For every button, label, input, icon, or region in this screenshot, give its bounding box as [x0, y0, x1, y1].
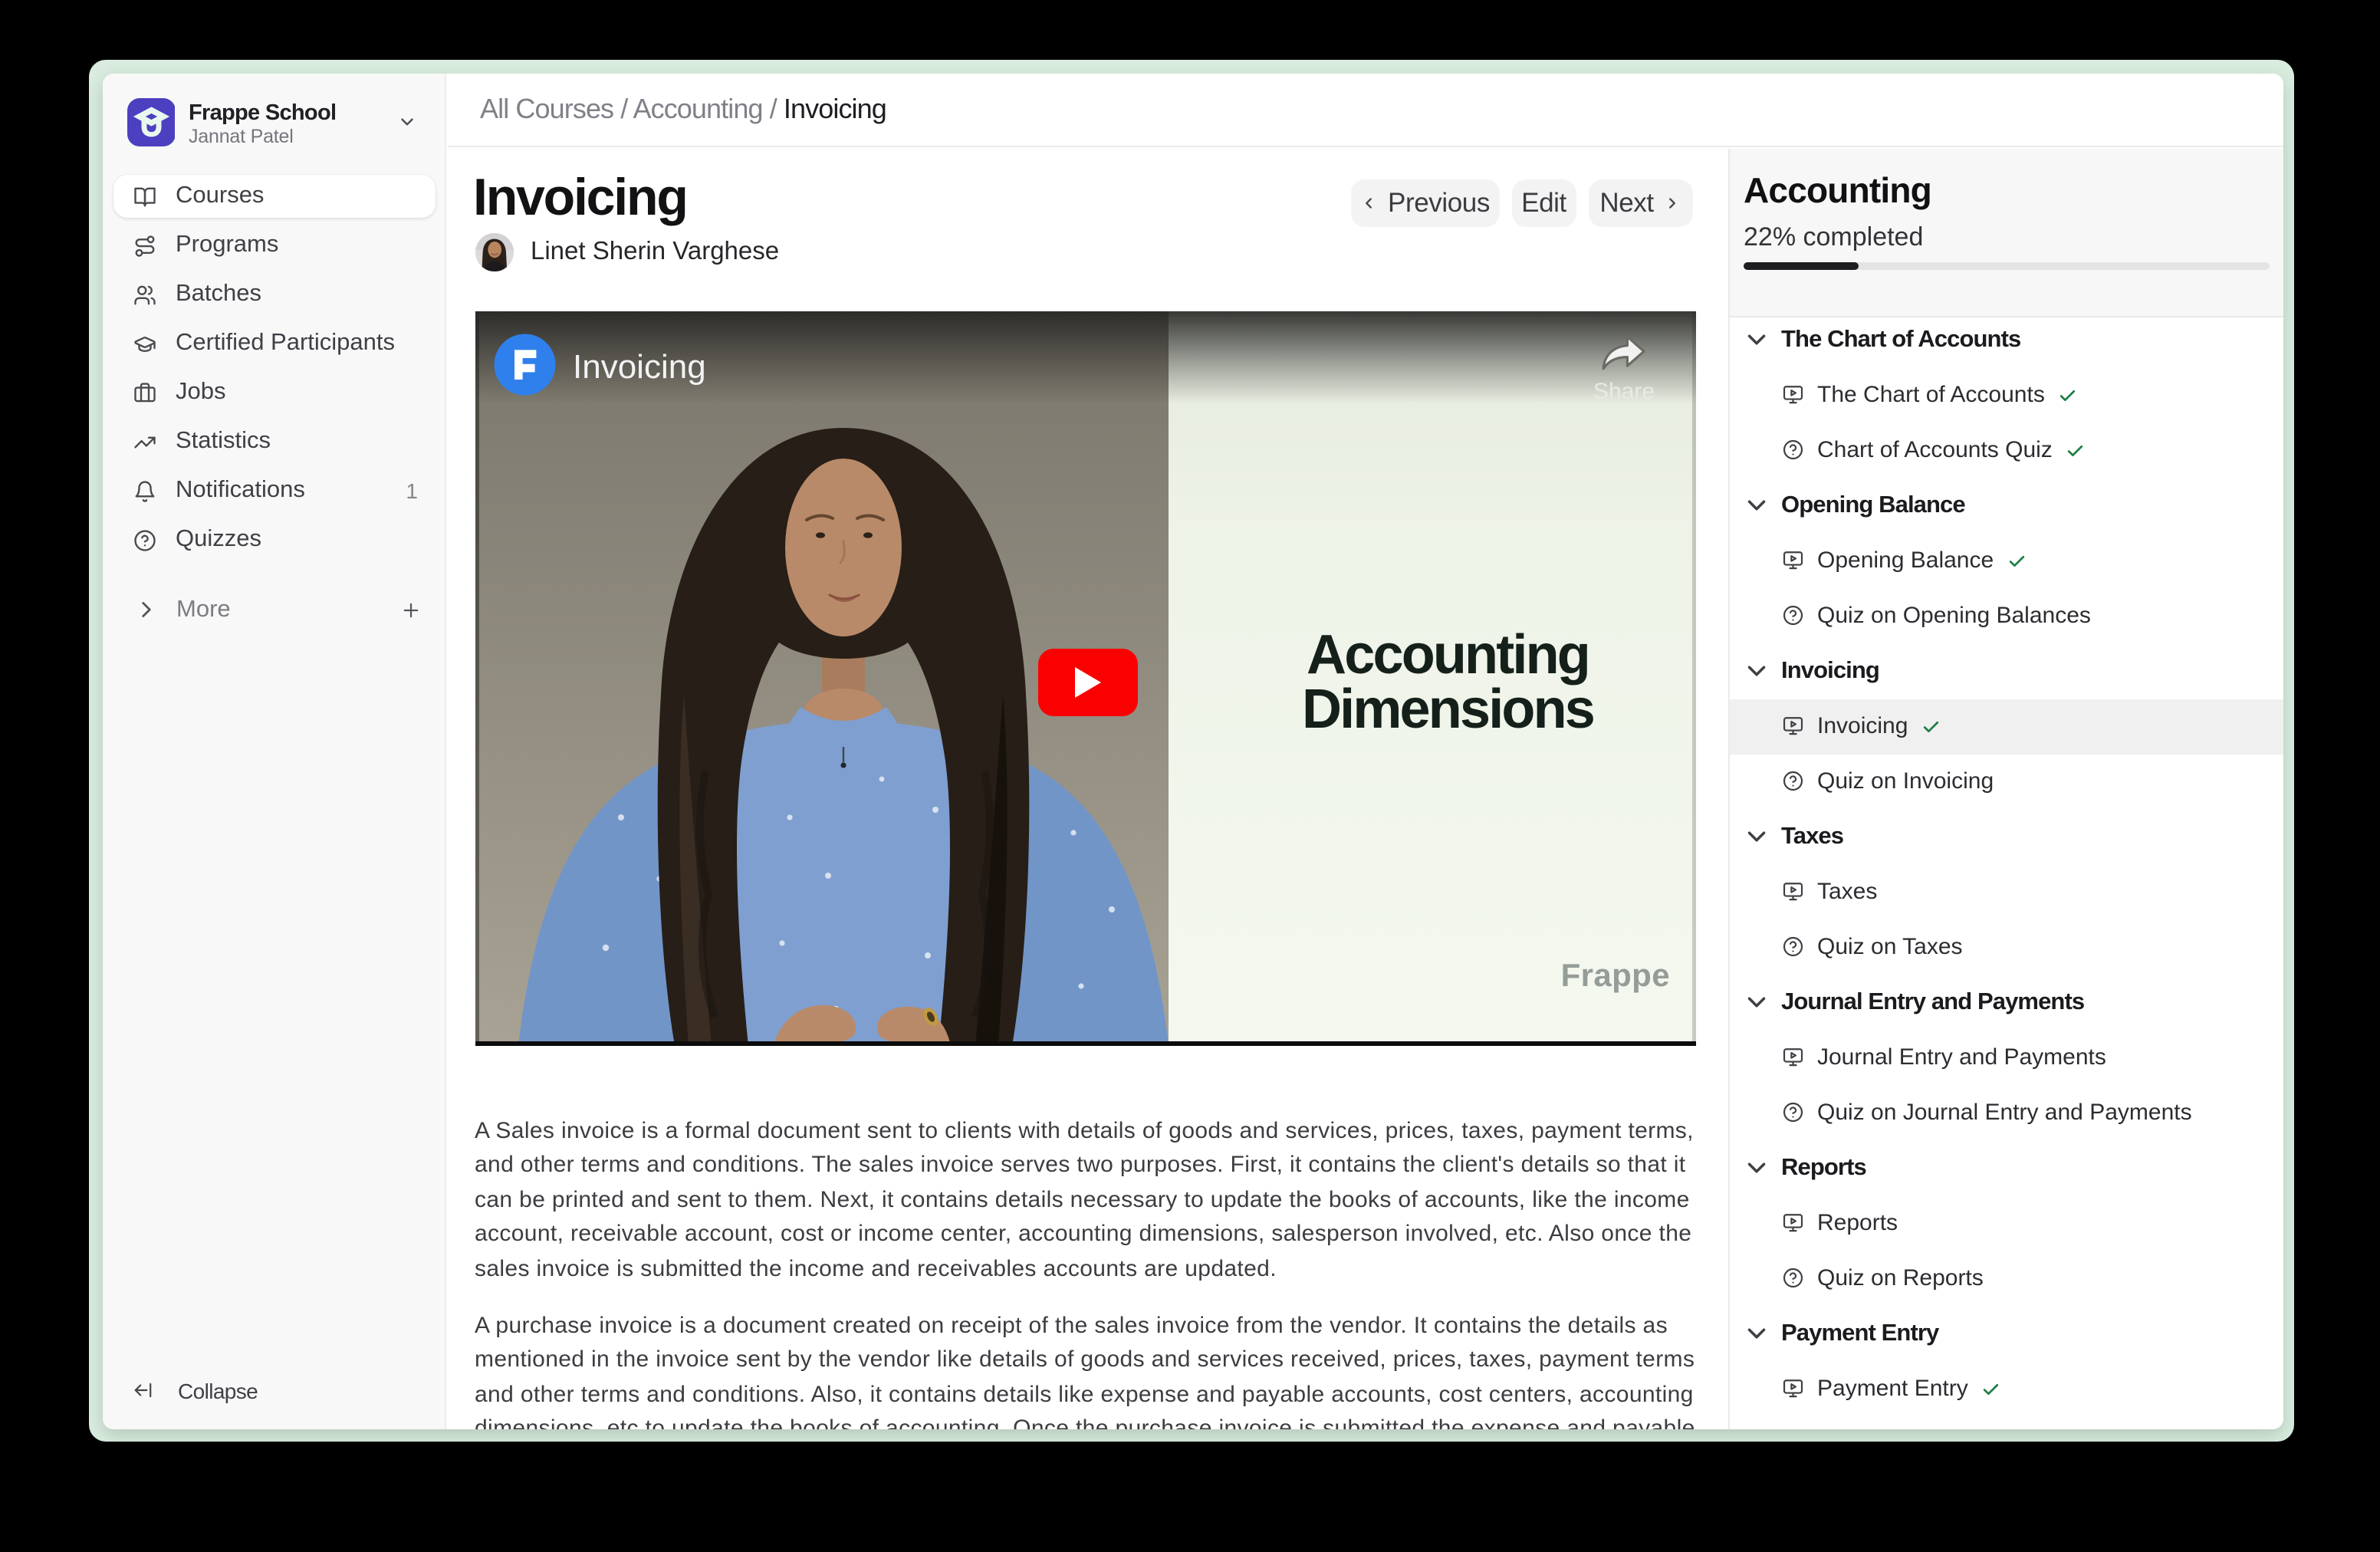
svg-text:Dimensions: Dimensions: [1301, 678, 1593, 739]
svg-text:Frappe: Frappe: [1560, 956, 1669, 992]
svg-text:Invoicing: Invoicing: [572, 347, 705, 385]
svg-text:Share: Share: [1593, 378, 1654, 403]
svg-text:Accounting: Accounting: [1306, 623, 1588, 685]
